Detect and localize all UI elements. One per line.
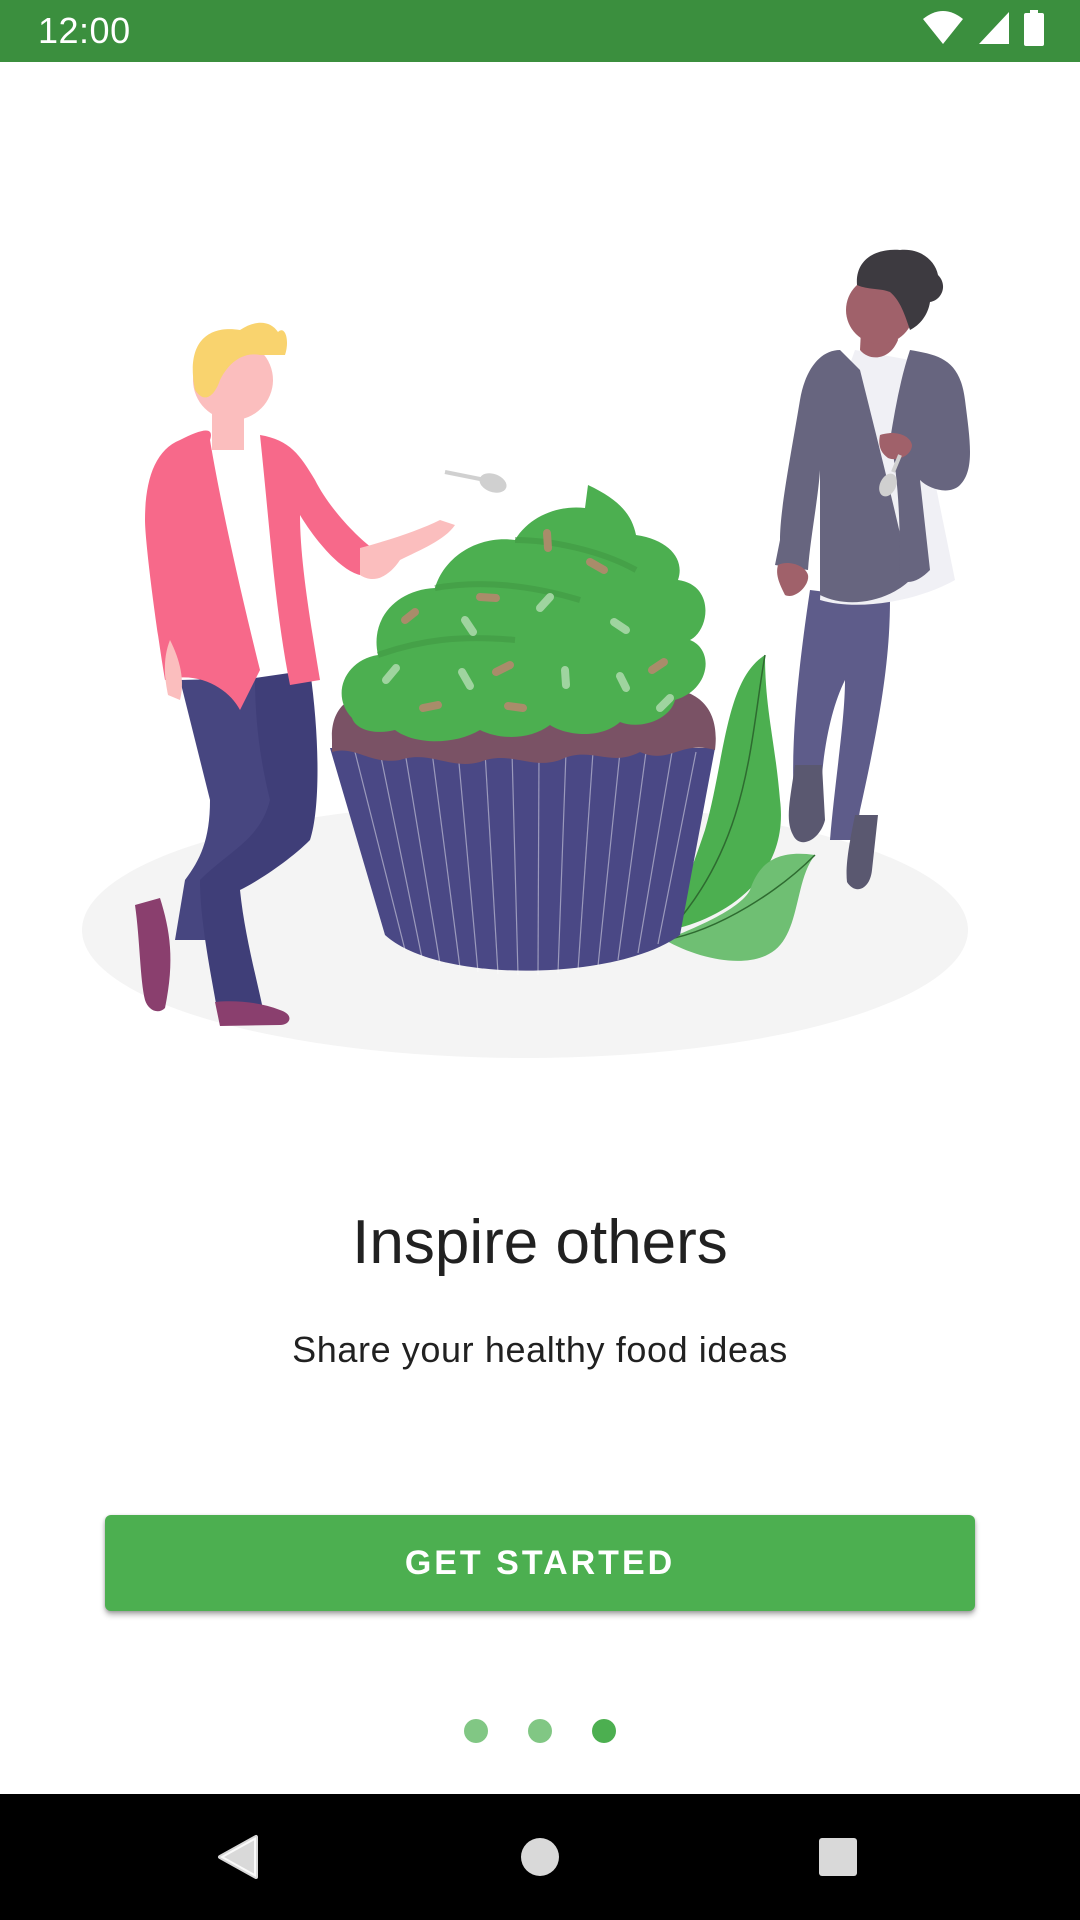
page-indicator-dot-1[interactable]: [464, 1719, 488, 1743]
onboarding-illustration: [60, 240, 1000, 1070]
page-indicator-dot-3-active[interactable]: [592, 1719, 616, 1743]
onboarding-screen: 12:00 Inspire others Share your healthy …: [0, 0, 1080, 1920]
back-icon[interactable]: [205, 1824, 271, 1890]
onboarding-subtitle: Share your healthy food ideas: [292, 1329, 788, 1370]
home-icon[interactable]: [507, 1824, 573, 1890]
status-bar: 12:00: [0, 0, 1080, 62]
cellular-signal-icon: [978, 11, 1010, 50]
person-right: [775, 249, 970, 890]
onboarding-title: Inspire others: [352, 1208, 728, 1277]
status-time: 12:00: [38, 10, 131, 51]
wifi-icon: [922, 10, 964, 50]
navigation-bar: [0, 1794, 1080, 1920]
recents-icon[interactable]: [805, 1824, 871, 1890]
battery-icon: [1024, 9, 1044, 51]
get-started-button[interactable]: GET STARTED: [105, 1515, 975, 1611]
page-indicator: [0, 1719, 1080, 1743]
page-indicator-dot-2[interactable]: [528, 1719, 552, 1743]
status-icons: [922, 9, 1044, 51]
